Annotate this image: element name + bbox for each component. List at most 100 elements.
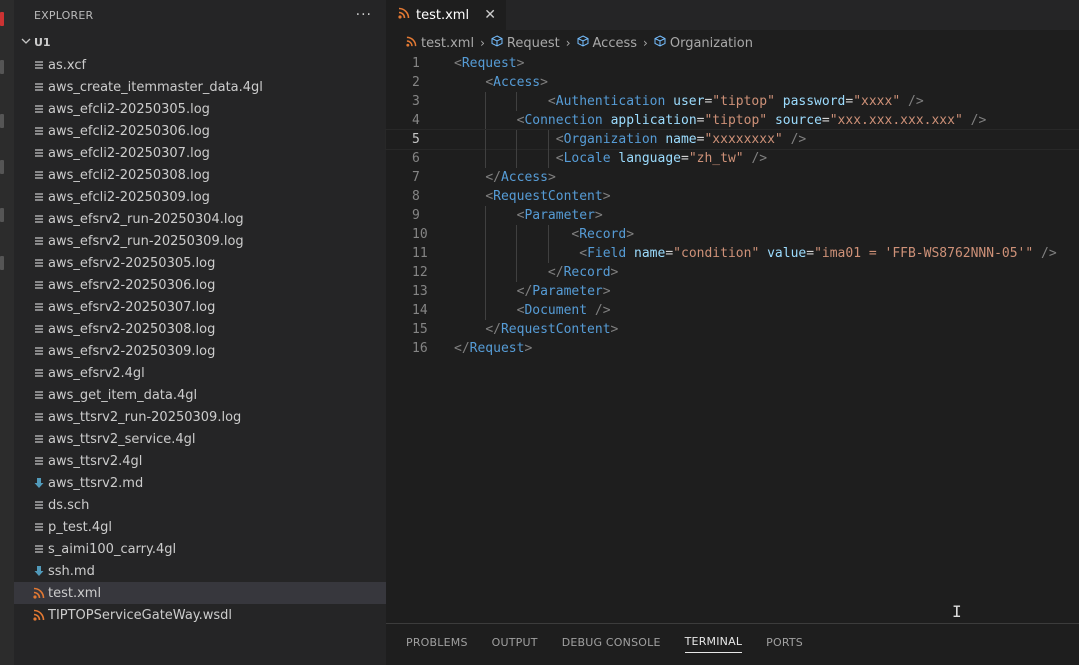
file-item[interactable]: aws_create_itemmaster_data.4gl — [14, 76, 386, 98]
close-icon[interactable]: ✕ — [484, 7, 496, 23]
chevron-down-icon — [18, 36, 34, 49]
line-number: 8 — [412, 189, 420, 204]
file-item[interactable]: ssh.md — [14, 560, 386, 582]
code-line[interactable]: 1 <Request> — [386, 54, 1079, 73]
file-item[interactable]: aws_ttsrv2.4gl — [14, 450, 386, 472]
file-lines-icon — [30, 191, 48, 203]
panel-tab-output[interactable]: OUTPUT — [492, 624, 538, 660]
file-lines-icon — [30, 103, 48, 115]
panel-tab-ports[interactable]: PORTS — [766, 624, 803, 660]
file-item[interactable]: aws_efcli2-20250309.log — [14, 186, 386, 208]
file-lines-icon — [30, 543, 48, 555]
file-item[interactable]: aws_efsrv2-20250308.log — [14, 318, 386, 340]
breadcrumb-symbol[interactable]: Access — [577, 35, 638, 51]
code-text: <Access> — [485, 75, 548, 90]
file-item[interactable]: aws_efcli2-20250308.log — [14, 164, 386, 186]
file-name: ssh.md — [48, 563, 95, 579]
code-text: <Parameter> — [516, 208, 603, 223]
file-item[interactable]: p_test.4gl — [14, 516, 386, 538]
line-number: 11 — [412, 246, 428, 261]
tab-test-xml[interactable]: test.xml ✕ — [386, 0, 506, 30]
activity-bar — [0, 0, 14, 665]
file-lines-icon — [30, 147, 48, 159]
file-name: p_test.4gl — [48, 519, 112, 535]
file-item[interactable]: aws_ttsrv2_service.4gl — [14, 428, 386, 450]
file-item[interactable]: aws_efsrv2-20250307.log — [14, 296, 386, 318]
line-number: 10 — [412, 227, 428, 242]
markdown-download-icon — [30, 477, 48, 489]
code-text: <Authentication user="tiptop" password="… — [547, 94, 924, 109]
file-lines-icon — [30, 521, 48, 533]
activity-mark — [0, 60, 4, 74]
file-item[interactable]: aws_efsrv2_run-20250304.log — [14, 208, 386, 230]
file-item[interactable]: aws_efsrv2_run-20250309.log — [14, 230, 386, 252]
file-lines-icon — [30, 345, 48, 357]
code-text: <Organization name="xxxxxxxx" /> — [555, 132, 807, 147]
folder-u1[interactable]: U1 — [14, 30, 386, 54]
code-line[interactable]: 12 </Record> — [386, 263, 1079, 282]
code-line[interactable]: 14 <Document /> — [386, 301, 1079, 320]
file-item[interactable]: TIPTOPServiceGateWay.wsdl — [14, 604, 386, 626]
code-line[interactable]: 16 </Request> — [386, 339, 1079, 358]
line-number: 1 — [412, 56, 420, 71]
breadcrumb-symbol[interactable]: Organization — [654, 35, 753, 51]
file-item[interactable]: aws_efsrv2-20250309.log — [14, 340, 386, 362]
code-text: <Request> — [454, 56, 525, 71]
breadcrumb-file[interactable]: test.xml — [406, 36, 474, 51]
code-line[interactable]: 8 <RequestContent> — [386, 187, 1079, 206]
code-line[interactable]: 15 </RequestContent> — [386, 320, 1079, 339]
file-name: test.xml — [48, 585, 102, 601]
panel-tab-debug-console[interactable]: DEBUG CONSOLE — [562, 624, 661, 660]
file-item[interactable]: aws_efcli2-20250305.log — [14, 98, 386, 120]
code-line[interactable]: 5 <Organization name="xxxxxxxx" /> — [385, 129, 1079, 150]
code-line[interactable]: 2 <Access> — [386, 73, 1079, 92]
panel-tab-terminal[interactable]: TERMINAL — [684, 631, 743, 653]
code-line[interactable]: 9 <Parameter> — [386, 206, 1079, 225]
file-lines-icon — [30, 433, 48, 445]
file-item[interactable]: ds.sch — [14, 494, 386, 516]
code-text: <RequestContent> — [485, 189, 611, 204]
code-line[interactable]: 13 </Parameter> — [386, 282, 1079, 301]
file-item[interactable]: aws_ttsrv2.md — [14, 472, 386, 494]
file-item[interactable]: aws_ttsrv2_run-20250309.log — [14, 406, 386, 428]
file-item[interactable]: aws_efcli2-20250307.log — [14, 142, 386, 164]
file-lines-icon — [30, 257, 48, 269]
symbol-field-icon — [654, 35, 666, 51]
code-editor[interactable]: 1 <Request> 2 <Access> 3 <Authentication us… — [385, 54, 1079, 358]
file-item[interactable]: aws_efcli2-20250306.log — [14, 120, 386, 142]
code-line[interactable]: 10 <Record> — [386, 225, 1079, 244]
file-lines-icon — [30, 389, 48, 401]
file-item[interactable]: as.xcf — [14, 54, 386, 76]
breadcrumb-symbol-label: Access — [592, 35, 638, 51]
file-name: aws_ttsrv2_run-20250309.log — [48, 409, 242, 425]
rss-icon — [30, 609, 48, 621]
line-number: 13 — [412, 284, 428, 299]
file-item[interactable]: aws_get_item_data.4gl — [14, 384, 386, 406]
line-number: 7 — [412, 170, 420, 185]
file-name: aws_create_itemmaster_data.4gl — [48, 79, 263, 95]
code-text: </RequestContent> — [485, 322, 619, 337]
rss-icon — [406, 36, 417, 51]
code-text: </Request> — [454, 341, 533, 356]
file-item[interactable]: aws_efsrv2.4gl — [14, 362, 386, 384]
rss-icon — [398, 7, 410, 23]
code-text: </Parameter> — [516, 284, 611, 299]
code-text: <Connection application="tiptop" source=… — [516, 113, 987, 128]
code-line[interactable]: 11 <Field name="condition" value="ima01 … — [386, 244, 1079, 263]
panel-tab-problems[interactable]: PROBLEMS — [406, 624, 468, 660]
activity-mark — [0, 114, 4, 128]
line-number: 9 — [412, 208, 420, 223]
more-actions-icon[interactable]: ··· — [356, 7, 372, 23]
code-line[interactable]: 6 <Locale language="zh_tw" /> — [386, 149, 1079, 168]
file-name: aws_efsrv2-20250307.log — [48, 299, 216, 315]
code-line[interactable]: 4 <Connection application="tiptop" sourc… — [386, 111, 1079, 130]
breadcrumb-symbol[interactable]: Request — [491, 35, 560, 51]
activity-mark — [0, 256, 4, 270]
file-item[interactable]: aws_efsrv2-20250305.log — [14, 252, 386, 274]
code-line[interactable]: 7 </Access> — [386, 168, 1079, 187]
code-line[interactable]: 3 <Authentication user="tiptop" password… — [386, 92, 1079, 111]
file-item[interactable]: aws_efsrv2-20250306.log — [14, 274, 386, 296]
file-item[interactable]: test.xml — [14, 582, 386, 604]
file-lines-icon — [30, 411, 48, 423]
file-item[interactable]: s_aimi100_carry.4gl — [14, 538, 386, 560]
